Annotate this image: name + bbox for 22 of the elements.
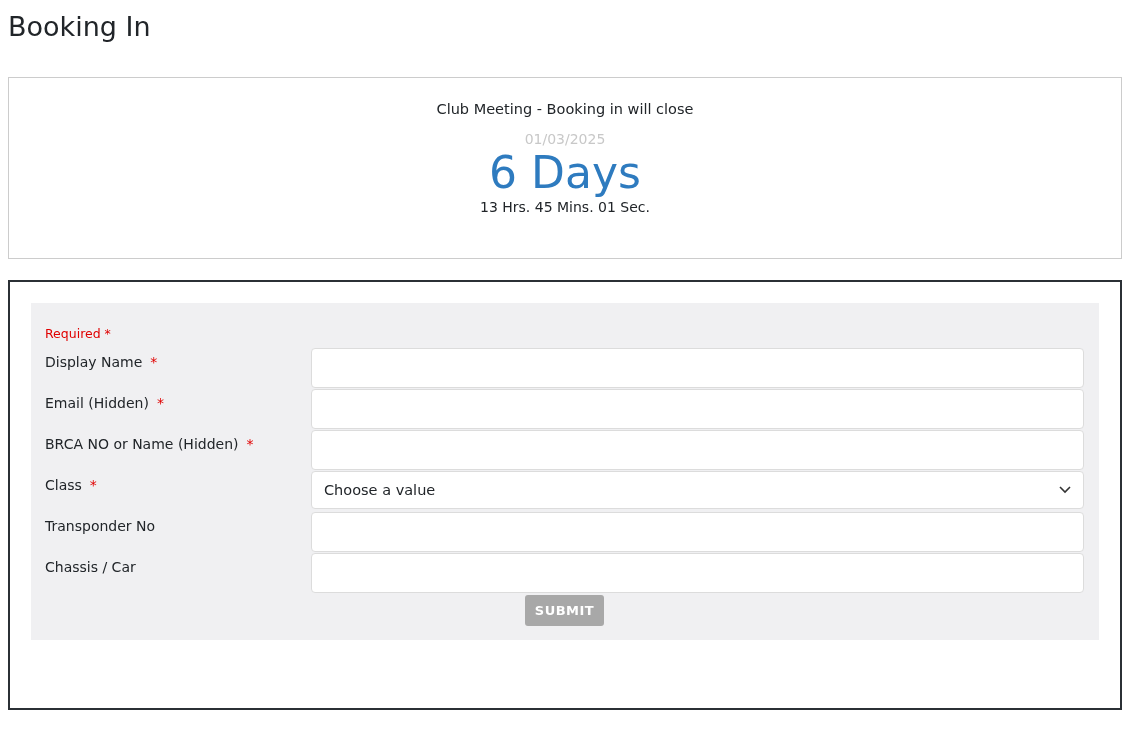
field-label: BRCA NO or Name (Hidden)	[45, 436, 239, 452]
field-label: Chassis / Car	[45, 559, 136, 575]
input-field[interactable]	[311, 553, 1084, 593]
chevron-down-icon	[1059, 486, 1071, 494]
event-title: Club Meeting - Booking in will close	[436, 100, 694, 118]
required-mark: *	[246, 436, 254, 452]
field-label: Transponder No	[45, 518, 156, 534]
input-field[interactable]	[311, 389, 1084, 429]
time-remaining: 13 Hrs. 45 Mins. 01 Sec.	[480, 199, 650, 215]
input-field[interactable]	[311, 512, 1084, 552]
page-title: Booking In	[8, 10, 152, 44]
days-remaining: 6 Days	[489, 147, 641, 199]
field-label: Class	[45, 477, 82, 493]
input-field[interactable]	[311, 348, 1084, 388]
field-label: Display Name	[45, 354, 143, 370]
input-field[interactable]	[311, 430, 1084, 470]
required-mark: *	[150, 354, 158, 370]
class-dropdown[interactable]: Choose a value	[311, 471, 1084, 509]
required-mark: *	[156, 395, 164, 411]
required-note: Required *	[45, 325, 112, 343]
required-mark: *	[89, 477, 97, 493]
field-label: Email (Hidden)	[45, 395, 149, 411]
